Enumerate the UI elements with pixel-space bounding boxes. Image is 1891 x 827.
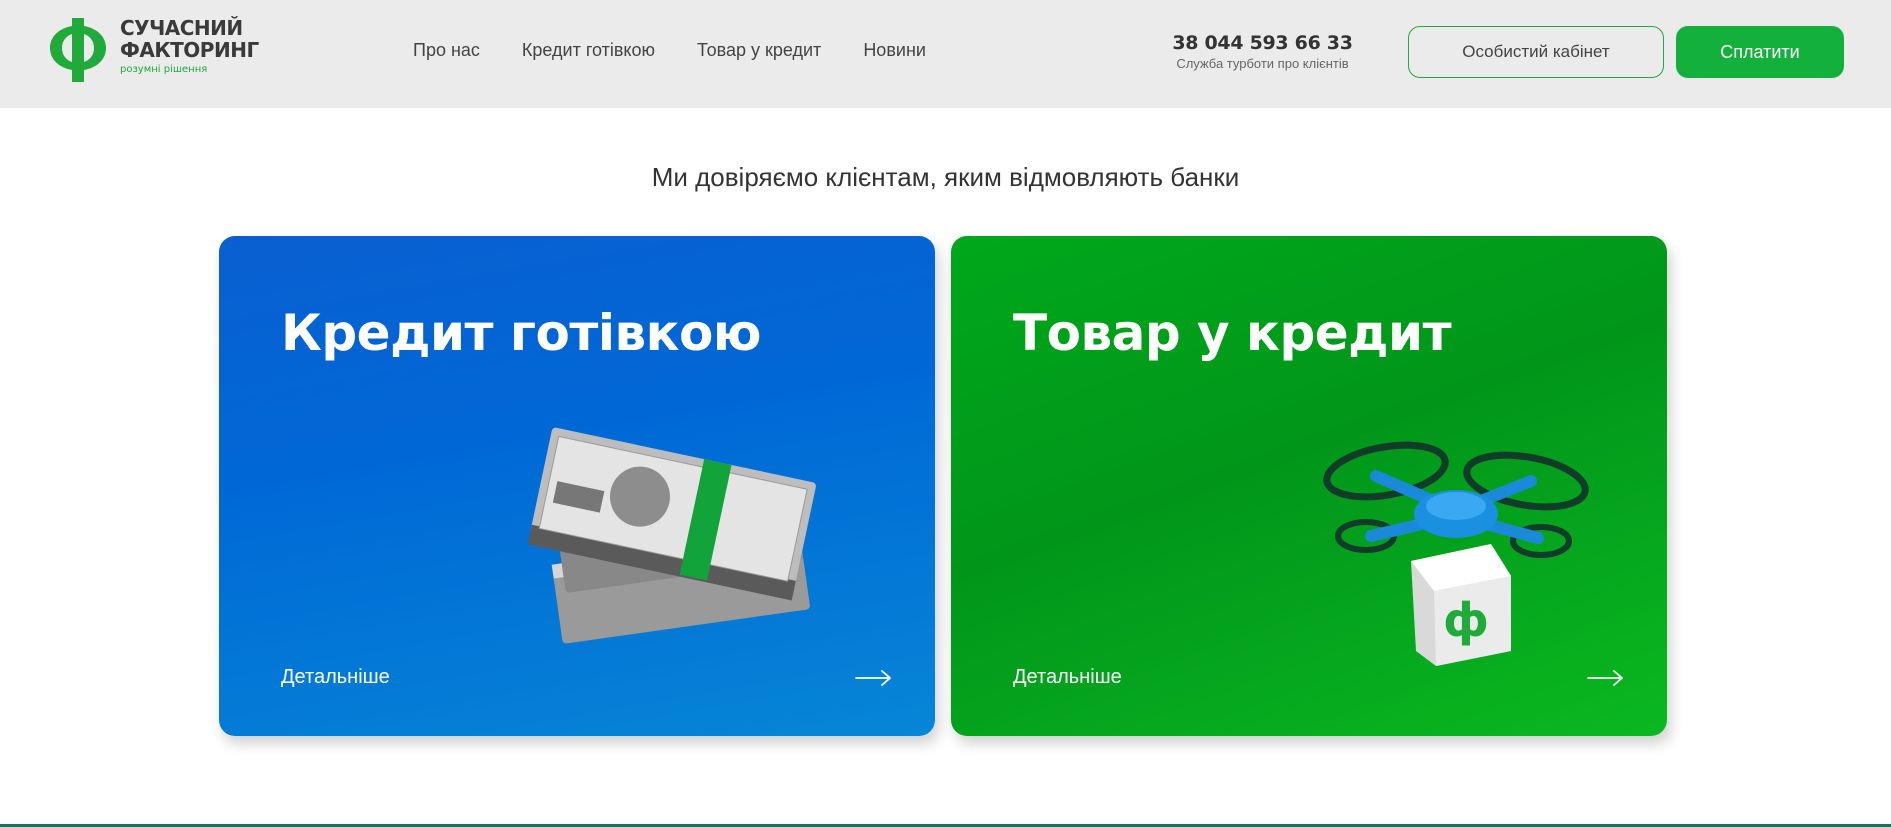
card-goods-credit[interactable]: Товар у кредит ф Детальніше [951, 236, 1667, 736]
brand-logo[interactable]: СУЧАСНИЙ ФАКТОРИНГ розумні рішення [46, 14, 259, 86]
nav-item-news[interactable]: Новини [863, 40, 926, 61]
brand-tagline: розумні рішення [120, 64, 208, 75]
pay-button[interactable]: Сплатити [1676, 26, 1844, 78]
site-header: СУЧАСНИЙ ФАКТОРИНГ розумні рішення Про н… [0, 0, 1891, 108]
arrow-right-icon[interactable] [1587, 668, 1625, 688]
arrow-right-icon[interactable] [855, 668, 893, 688]
page-tagline: Ми довіряємо клієнтам, яким відмовляють … [651, 162, 1240, 192]
card-title: Кредит готівкою [281, 304, 762, 362]
nav-item-cash-credit[interactable]: Кредит готівкою [522, 40, 655, 61]
card-title: Товар у кредит [1013, 304, 1452, 362]
card-more-link[interactable]: Детальніше [1013, 666, 1122, 689]
card-cash-credit[interactable]: Кредит готівкою Детальніше [219, 236, 935, 736]
drone-with-box-icon: ф [1323, 441, 1589, 666]
brand-name-line2: ФАКТОРИНГ [120, 38, 259, 62]
nav-item-about[interactable]: Про нас [413, 40, 480, 61]
phone-caption: Служба турботи про клієнтів [1176, 56, 1349, 71]
personal-cabinet-button[interactable]: Особистий кабінет [1408, 26, 1664, 78]
logo-mark-icon [50, 18, 106, 82]
brand-name-line1: СУЧАСНИЙ [120, 16, 243, 40]
phone-number[interactable]: 38 044 593 66 33 [1165, 32, 1360, 54]
main-nav: Про нас Кредит готівкою Товар у кредит Н… [413, 40, 926, 61]
svg-text:ф: ф [1443, 593, 1489, 647]
contact-block: 38 044 593 66 33 Служба турботи про кліє… [1165, 32, 1360, 71]
banknote-stack-icon [527, 427, 816, 644]
card-more-link[interactable]: Детальніше [281, 666, 390, 689]
nav-item-goods-credit[interactable]: Товар у кредит [697, 40, 821, 61]
